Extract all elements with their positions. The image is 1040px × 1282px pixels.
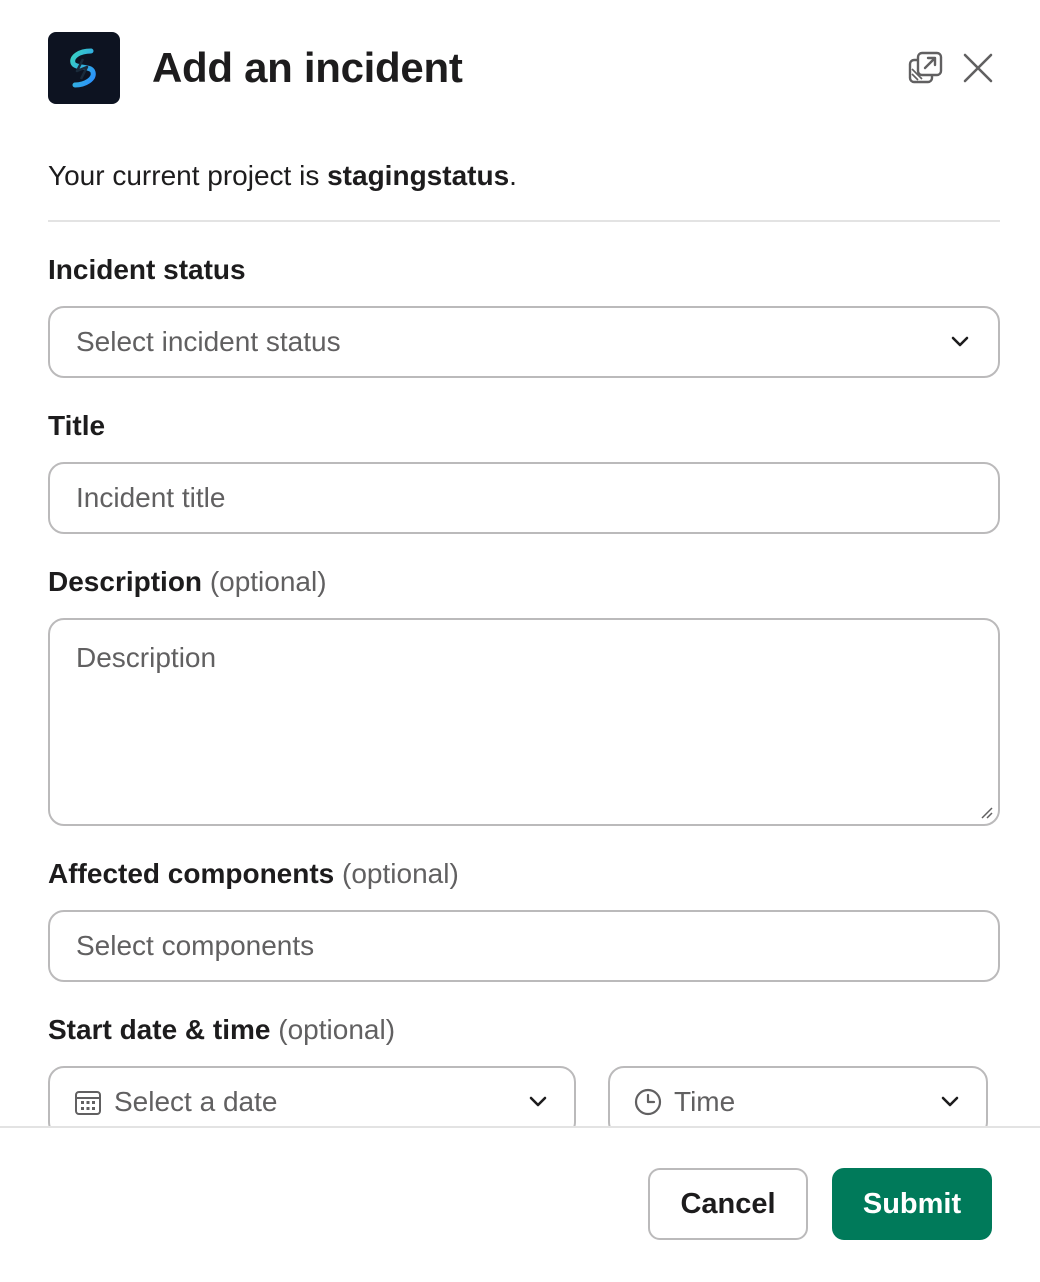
incident-status-placeholder: Select incident status (76, 326, 341, 357)
close-button[interactable] (956, 46, 1000, 90)
affected-components-label: Affected components (optional) (48, 854, 459, 894)
time-placeholder: Time (674, 1086, 736, 1117)
resize-handle-icon[interactable] (978, 804, 994, 820)
description-placeholder: Description (76, 642, 217, 673)
statuspage-bolt-icon (48, 32, 120, 104)
chevron-down-icon (941, 1096, 959, 1107)
project-line: Your current project is stagingstatus. (48, 156, 517, 196)
time-picker[interactable]: Time (608, 1066, 988, 1126)
start-datetime-label: Start date & time (optional) (48, 1010, 395, 1050)
chevron-down-icon (529, 1096, 547, 1107)
optional-hint: (optional) (278, 1014, 396, 1045)
date-picker[interactable]: Select a date (48, 1066, 576, 1126)
popout-button[interactable] (904, 46, 948, 90)
title-input[interactable]: Incident title (48, 462, 1000, 534)
add-incident-modal: Add an incident Your current project is … (0, 0, 1040, 1282)
calendar-icon (75, 1091, 101, 1115)
description-label-text: Description (48, 566, 203, 597)
components-placeholder: Select components (76, 930, 315, 961)
date-placeholder: Select a date (114, 1086, 278, 1117)
modal-footer: Cancel Submit (0, 1126, 1040, 1282)
modal-header: Add an incident (48, 32, 1000, 104)
project-prefix: Your current project is (48, 160, 328, 191)
modal-content: Your current project is stagingstatus. I… (48, 120, 1000, 1126)
project-name: stagingstatus (327, 160, 510, 191)
popout-icon (908, 51, 943, 84)
description-textarea[interactable]: Description (48, 618, 1000, 826)
modal-title: Add an incident (152, 44, 463, 91)
start-datetime-label-text: Start date & time (48, 1014, 271, 1045)
cancel-button[interactable]: Cancel (648, 1168, 808, 1240)
description-label: Description (optional) (48, 562, 327, 602)
title-placeholder: Incident title (76, 482, 226, 513)
project-suffix: . (509, 160, 517, 191)
title-label: Title (48, 410, 106, 441)
chevron-down-icon (951, 336, 969, 347)
incident-status-select[interactable]: Select incident status (48, 306, 1000, 378)
optional-hint: (optional) (209, 566, 327, 597)
optional-hint: (optional) (342, 858, 459, 889)
submit-button[interactable]: Submit (832, 1168, 992, 1240)
clock-icon (634, 1088, 662, 1116)
divider (48, 220, 1000, 222)
affected-components-label-text: Affected components (48, 858, 335, 889)
incident-status-label: Incident status (48, 254, 246, 285)
components-select[interactable]: Select components (48, 910, 1000, 982)
close-icon (963, 53, 993, 83)
